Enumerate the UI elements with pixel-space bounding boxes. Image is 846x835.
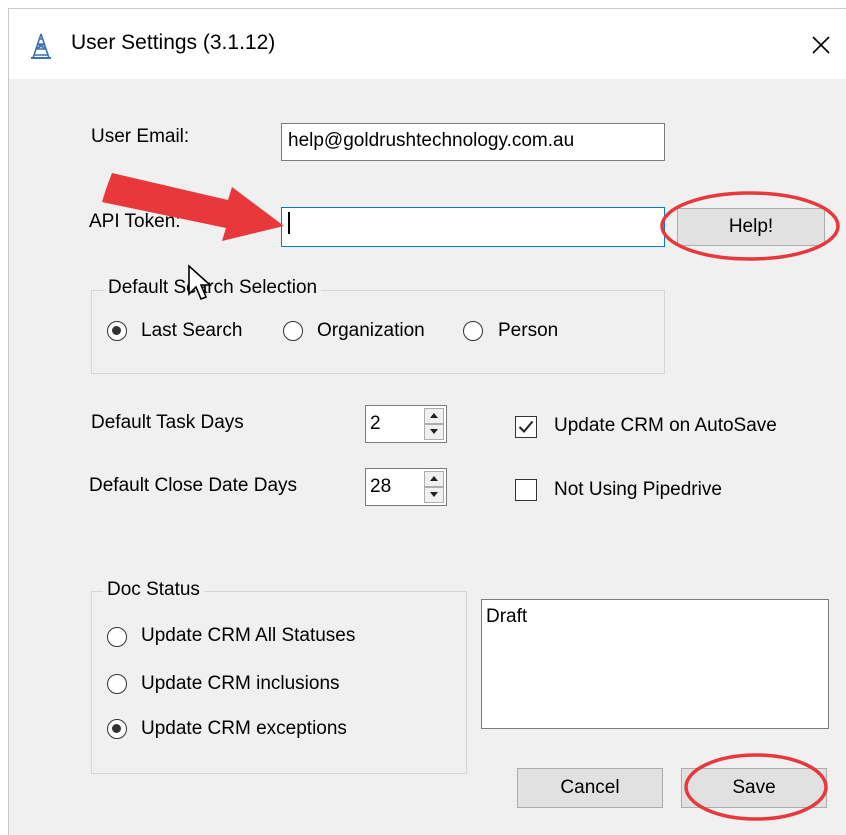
spin-up-arrow-icon[interactable]: [424, 408, 444, 424]
default-task-days-value: 2: [370, 413, 381, 434]
not-using-pipedrive-label: Not Using Pipedrive: [554, 479, 722, 500]
default-close-date-days-label: Default Close Date Days: [89, 475, 298, 496]
person-radio[interactable]: [463, 321, 483, 341]
last-search-radio[interactable]: [107, 321, 127, 341]
list-item[interactable]: Draft: [486, 606, 824, 628]
last-search-label: Last Search: [141, 320, 243, 341]
window-title: User Settings (3.1.12): [71, 31, 276, 54]
api-token-input[interactable]: [281, 207, 665, 247]
default-task-days-stepper[interactable]: 2: [365, 405, 447, 443]
derrick-tower-icon: [31, 33, 51, 59]
title-bar: User Settings (3.1.12): [9, 9, 846, 79]
api-token-label: API Token:: [89, 211, 181, 232]
help-button[interactable]: Help!: [677, 208, 825, 246]
organization-radio[interactable]: [283, 321, 303, 341]
person-label: Person: [498, 320, 559, 341]
default-search-selection-legend: Default Search Selection: [104, 277, 322, 299]
settings-dialog: User Settings (3.1.12) User Email: help@…: [8, 8, 846, 835]
doc-status-listbox[interactable]: Draft: [481, 599, 829, 729]
spin-down-arrow-icon[interactable]: [424, 487, 444, 503]
user-email-label: User Email:: [91, 126, 190, 147]
save-button[interactable]: Save: [681, 768, 827, 808]
doc-status-legend: Doc Status: [103, 579, 204, 601]
organization-label: Organization: [317, 320, 425, 341]
default-close-date-days-stepper[interactable]: 28: [365, 468, 447, 506]
update-crm-all-statuses-radio[interactable]: [107, 627, 127, 647]
user-email-input[interactable]: help@goldrushtechnology.com.au: [281, 123, 665, 161]
user-email-value: help@goldrushtechnology.com.au: [288, 130, 575, 151]
text-caret: [288, 212, 290, 235]
cancel-button[interactable]: Cancel: [517, 768, 663, 808]
default-close-date-days-value: 28: [370, 476, 392, 497]
update-crm-exceptions-radio[interactable]: [107, 719, 127, 739]
update-crm-all-statuses-label: Update CRM All Statuses: [141, 625, 356, 646]
spin-up-arrow-icon[interactable]: [424, 471, 444, 487]
checkmark-icon: [518, 420, 534, 433]
update-crm-exceptions-label: Update CRM exceptions: [141, 718, 347, 739]
update-crm-inclusions-radio[interactable]: [107, 674, 127, 694]
update-crm-autosave-label: Update CRM on AutoSave: [554, 415, 777, 436]
spin-down-arrow-icon[interactable]: [424, 424, 444, 440]
not-using-pipedrive-checkbox[interactable]: [515, 479, 537, 501]
close-icon[interactable]: [799, 23, 843, 67]
update-crm-inclusions-label: Update CRM inclusions: [141, 673, 340, 694]
default-task-days-label: Default Task Days: [91, 412, 244, 433]
update-crm-autosave-checkbox[interactable]: [515, 416, 537, 438]
